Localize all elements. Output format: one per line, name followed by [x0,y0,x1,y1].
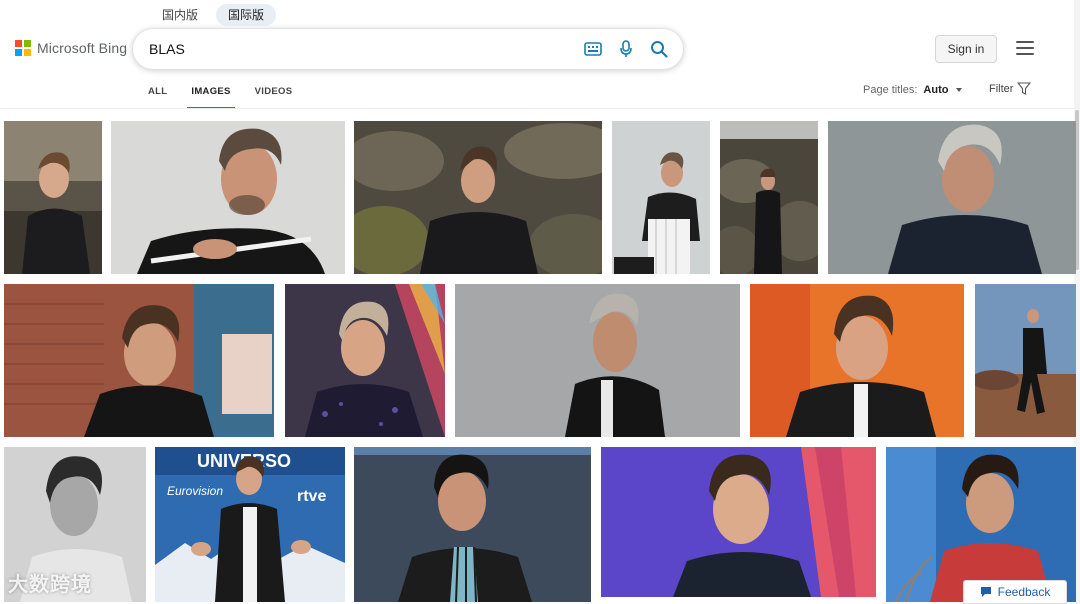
image-thumbnail [285,284,445,437]
page-titles-dropdown[interactable]: Page titles: Auto [863,84,963,96]
search-input[interactable] [149,41,570,57]
image-thumbnail [354,447,591,602]
image-result[interactable] [750,284,964,437]
microsoft-logo-icon [15,40,31,56]
image-thumbnail [354,121,602,274]
image-thumbnail [828,121,1076,274]
search-icon[interactable] [649,39,669,59]
feedback-label: Feedback [997,585,1051,599]
header-divider [0,108,1080,109]
microphone-icon[interactable] [616,39,636,59]
funnel-icon [1017,82,1032,95]
visual-search-icon[interactable] [583,39,603,59]
image-thumbnail [612,121,710,274]
image-result[interactable] [285,284,445,437]
bing-logo[interactable]: Microsoft Bing [15,40,127,56]
caret-down-icon [956,88,963,92]
image-result[interactable] [4,121,102,274]
region-tab-domestic[interactable]: 国内版 [150,4,210,26]
image-result[interactable] [828,121,1076,274]
watermark: 大数跨境 [8,574,92,596]
image-result[interactable]: UNIVERSO Eurovision rtve [155,447,345,602]
search-box [132,28,684,70]
eurovision-logo-text: Eurovision [167,484,223,498]
image-thumbnail [4,121,102,274]
image-thumbnail [111,121,345,274]
image-result[interactable] [720,121,818,274]
scope-tab-videos[interactable]: VIDEOS [243,84,305,109]
page-titles-value: Auto [923,84,949,96]
image-result[interactable] [975,284,1076,437]
filter-label: Filter [989,82,1014,95]
feedback-button[interactable]: Feedback [963,580,1067,604]
region-tab-international[interactable]: 国际版 [216,4,277,26]
sign-in-button[interactable]: Sign in [935,35,997,63]
page-titles-label: Page titles: [863,84,918,96]
image-thumbnail [886,447,1076,602]
image-thumbnail [455,284,740,437]
image-result[interactable] [354,121,602,274]
image-thumbnail [601,447,876,597]
filter-button[interactable]: Filter [989,82,1032,95]
image-result[interactable] [4,284,274,437]
region-tabs: 国内版 国际版 [150,4,277,26]
image-result[interactable] [111,121,345,274]
scope-tab-all[interactable]: ALL [136,84,179,109]
image-result[interactable] [612,121,710,274]
scope-tabs: ALL IMAGES VIDEOS [136,84,304,109]
image-thumbnail: UNIVERSO Eurovision rtve [155,447,345,602]
image-thumbnail [720,121,818,274]
hamburger-menu-icon[interactable] [1016,41,1034,55]
logo-text: Microsoft Bing [37,40,128,56]
image-result[interactable] [455,284,740,437]
chat-bubble-icon [980,587,991,597]
image-thumbnail [750,284,964,437]
image-thumbnail [975,284,1076,437]
scope-tab-images[interactable]: IMAGES [179,84,242,109]
image-result[interactable] [886,447,1076,602]
rtve-logo-text: rtve [297,488,326,505]
image-thumbnail [4,284,274,437]
image-result[interactable] [354,447,591,602]
image-result[interactable] [601,447,876,597]
